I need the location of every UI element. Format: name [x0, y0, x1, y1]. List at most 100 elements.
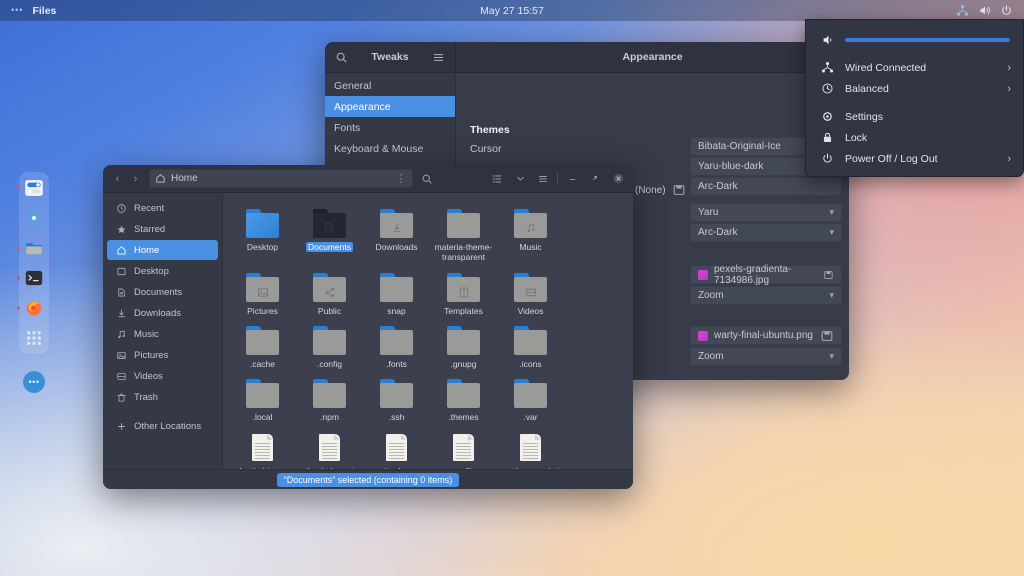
files-window[interactable]: ‹ › Home ⋮ [103, 165, 633, 489]
file-item[interactable]: snap [363, 269, 430, 316]
file-item[interactable]: Videos [497, 269, 564, 316]
file-item[interactable]: Desktop [229, 205, 296, 263]
tweaks-sidebar-item-general[interactable]: General [325, 75, 455, 96]
kebab-menu-icon[interactable]: ⋮ [396, 172, 408, 185]
sidebar-item-pictures[interactable]: Pictures [107, 345, 218, 365]
tweaks-shell-none-group[interactable]: (None) [635, 183, 686, 197]
tweaks-shell-dropdown[interactable]: Arc-Dark [690, 177, 842, 196]
menu-item-settings[interactable]: Settings [806, 106, 1023, 127]
file-item[interactable]: .icons [497, 322, 564, 369]
search-icon[interactable] [335, 51, 348, 64]
file-item[interactable]: Downloads [363, 205, 430, 263]
main-menu-button[interactable] [534, 169, 552, 188]
file-item[interactable]: .local [229, 375, 296, 422]
close-icon [612, 172, 625, 185]
tweaks-lockscreen-adjustment[interactable]: Zoom ▾ [690, 347, 842, 366]
menu-item-power[interactable]: Power Off / Log Out › [806, 148, 1023, 169]
file-item[interactable]: .npm [296, 375, 363, 422]
file-item[interactable]: materia-theme-transparent [430, 205, 497, 263]
dock-item-settings[interactable] [23, 177, 45, 199]
sidebar-item-downloads[interactable]: Downloads [107, 303, 218, 323]
clock[interactable]: May 27 15:57 [0, 5, 1024, 17]
active-app-name[interactable]: Files [32, 5, 56, 17]
close-button[interactable] [609, 169, 627, 188]
tweaks-sound-dropdown[interactable]: Yaru ▾ [690, 203, 842, 222]
minimize-button[interactable] [563, 169, 581, 188]
file-chooser-icon[interactable] [672, 183, 686, 197]
file-item[interactable]: Documents [296, 205, 363, 263]
folder-icon [513, 326, 549, 356]
sidebar-item-videos[interactable]: Videos [107, 366, 218, 386]
menu-item-wired[interactable]: Wired Connected › [806, 57, 1023, 78]
sidebar-item-starred[interactable]: Starred [107, 219, 218, 239]
maximize-button[interactable] [586, 169, 604, 188]
files-body: RecentStarredHomeDesktopDocumentsDownloa… [103, 193, 633, 489]
tweaks-sidebar-item-appearance[interactable]: Appearance [325, 96, 455, 117]
menu-item-lock[interactable]: Lock [806, 127, 1023, 148]
sidebar-item-music[interactable]: Music [107, 324, 218, 344]
document-file-icon [252, 434, 273, 461]
file-item[interactable]: .cache [229, 322, 296, 369]
dock-item-firefox[interactable] [23, 297, 45, 319]
file-grid[interactable]: DesktopDocumentsDownloadsmateria-theme-t… [229, 205, 627, 489]
file-item[interactable]: .gnupg [430, 322, 497, 369]
power-icon [1000, 4, 1013, 17]
file-name: Public [316, 306, 343, 316]
system-menu[interactable]: Wired Connected › Balanced › Settings [805, 19, 1024, 177]
file-chooser-icon[interactable] [823, 268, 834, 282]
volume-row[interactable] [806, 26, 1023, 57]
folder-icon [379, 326, 415, 356]
file-item[interactable]: Music [497, 205, 564, 263]
sort-menu-button[interactable] [511, 169, 529, 188]
search-button[interactable] [418, 169, 436, 188]
tweaks-background-adjustment[interactable]: Zoom ▾ [690, 286, 842, 305]
files-sidebar[interactable]: RecentStarredHomeDesktopDocumentsDownloa… [103, 193, 223, 489]
show-applications-button[interactable]: ••• [19, 370, 49, 394]
tweaks-icons-value: Yaru-blue-dark [698, 161, 763, 172]
file-item[interactable]: .themes [430, 375, 497, 422]
tweaks-sidebar-item-keyboard-mouse[interactable]: Keyboard & Mouse [325, 138, 455, 159]
tweaks-background-image[interactable]: pexels-gradienta-7134986.jpg [690, 265, 842, 284]
file-name: .themes [446, 412, 480, 422]
sidebar-item-desktop[interactable]: Desktop [107, 261, 218, 281]
view-mode-button[interactable] [488, 169, 506, 188]
file-item[interactable]: Templates [430, 269, 497, 316]
file-item[interactable]: .config [296, 322, 363, 369]
folder-icon [312, 273, 348, 303]
dock[interactable] [19, 172, 49, 354]
file-chooser-icon[interactable] [820, 329, 834, 343]
file-item[interactable]: .ssh [363, 375, 430, 422]
sidebar-item-home[interactable]: Home [107, 240, 218, 260]
tweaks-applications-dropdown[interactable]: Arc-Dark ▾ [690, 223, 842, 242]
files-content-area[interactable]: DesktopDocumentsDownloadsmateria-theme-t… [223, 193, 633, 489]
file-item[interactable]: Pictures [229, 269, 296, 316]
file-name: Templates [442, 306, 485, 316]
file-item[interactable]: .fonts [363, 322, 430, 369]
hamburger-icon[interactable] [432, 51, 445, 64]
sidebar-item-documents[interactable]: Documents [107, 282, 218, 302]
tweaks-lockscreen-image[interactable]: warty-final-ubuntu.png [690, 326, 842, 345]
sidebar-item-other-locations[interactable]: Other Locations [107, 416, 218, 436]
menu-item-label: Wired Connected [845, 62, 996, 74]
dock-item-app-grid[interactable] [23, 327, 45, 349]
forward-button[interactable]: › [127, 169, 144, 188]
file-icon [312, 433, 348, 463]
dock-item-terminal[interactable] [23, 267, 45, 289]
sidebar-item-recent[interactable]: Recent [107, 198, 218, 218]
dock-item-tweaks[interactable] [23, 207, 45, 229]
path-bar[interactable]: Home ⋮ [149, 169, 413, 188]
hamburger-menu-icon [537, 173, 549, 185]
folder-icon [446, 209, 482, 239]
menu-item-power-profile[interactable]: Balanced › [806, 78, 1023, 99]
activities-button[interactable]: ••• [11, 6, 23, 15]
file-item[interactable]: .var [497, 375, 564, 422]
file-item[interactable]: Public [296, 269, 363, 316]
gear-icon [821, 110, 834, 123]
back-button[interactable]: ‹ [109, 169, 126, 188]
system-status-button[interactable] [956, 4, 1024, 17]
tweaks-sidebar-item-fonts[interactable]: Fonts [325, 117, 455, 138]
sidebar-item-trash[interactable]: Trash [107, 387, 218, 407]
dock-item-files[interactable] [23, 237, 45, 259]
volume-slider[interactable] [845, 38, 1010, 42]
top-bar: ••• Files May 27 15:57 [0, 0, 1024, 21]
